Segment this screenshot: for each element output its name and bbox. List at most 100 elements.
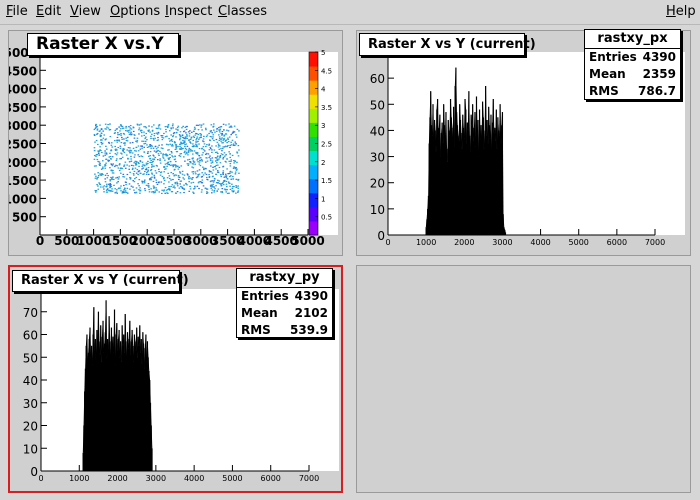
scatter-point	[179, 153, 182, 155]
scatter-point	[100, 139, 102, 141]
scatter-point	[178, 134, 181, 136]
scatter-point	[102, 167, 104, 169]
scatter-point	[144, 188, 146, 190]
scatter-point	[131, 141, 134, 144]
scatter-point	[197, 129, 200, 131]
scatter-point	[217, 144, 220, 146]
scatter-point	[126, 187, 129, 189]
pad-projection-y[interactable]: 0 1000 2000 3000 4000 5000 6000 7000 0 10 20 30 40 50…	[8, 265, 343, 493]
scatter-point	[172, 178, 174, 181]
scatter-point	[126, 154, 128, 156]
scatter-point	[147, 169, 150, 171]
scatter-point	[172, 186, 174, 188]
scatter-point	[190, 142, 192, 144]
scatter-point	[146, 144, 148, 146]
scatter-point	[216, 156, 219, 158]
scatter-point	[195, 139, 197, 141]
scatter-point	[148, 129, 150, 131]
scatter-point	[148, 146, 150, 148]
scatter-point	[224, 155, 226, 157]
menu-classes[interactable]: Classes	[218, 4, 267, 19]
scatter-point	[218, 136, 221, 138]
scatter-point	[122, 173, 125, 175]
scatter-point	[203, 143, 206, 145]
scatter-point	[164, 154, 166, 156]
scatter-point	[218, 148, 221, 150]
scatter-point	[216, 190, 219, 192]
scatter-point	[122, 176, 124, 178]
scatter-point	[113, 184, 115, 186]
y-tick-label: 0	[30, 465, 38, 479]
scatter-point	[103, 185, 106, 187]
scatter-point	[138, 129, 140, 131]
scatter-point	[189, 188, 192, 190]
scatter-point	[212, 134, 215, 136]
menu-view[interactable]: View	[70, 4, 101, 19]
scatter-point	[213, 189, 216, 192]
scatter-point	[187, 150, 190, 152]
scatter-point	[221, 137, 223, 139]
scatter-point	[110, 144, 113, 146]
scatter-point	[212, 169, 215, 171]
scatter-point	[181, 170, 184, 172]
menu-options[interactable]: Options	[110, 4, 160, 19]
scatter-point	[101, 151, 103, 154]
scatter-point	[200, 126, 203, 128]
scatter-point	[164, 168, 166, 170]
scatter-point	[140, 155, 143, 157]
scatter-point	[237, 190, 240, 192]
y-tick-label: 50	[370, 98, 385, 112]
scatter-point	[145, 136, 147, 138]
scatter-point	[134, 160, 137, 162]
scatter-point	[157, 146, 159, 148]
scatter-point	[218, 139, 221, 141]
scatter-point	[158, 191, 161, 193]
menu-inspect[interactable]: Inspect	[165, 4, 212, 19]
pad-projection-x[interactable]: 0 1000 2000 3000 4000 5000 6000 7000 0 10 20 30 40 50…	[356, 29, 691, 256]
scatter-point	[145, 173, 148, 175]
scatter-point	[235, 136, 238, 138]
pad-empty[interactable]	[356, 265, 691, 493]
menu-file[interactable]: File	[6, 4, 28, 19]
scatter-point	[108, 159, 110, 162]
scatter-point	[174, 144, 177, 146]
scatter-point	[216, 141, 219, 143]
x-tick-label: 1000	[416, 238, 436, 247]
scatter-point	[198, 143, 200, 145]
scatter-point	[151, 172, 153, 174]
scatter-point	[205, 152, 208, 155]
scatter-point	[204, 172, 206, 174]
scatter-point	[129, 149, 132, 151]
scatter-point	[141, 140, 143, 142]
scatter-point	[152, 160, 154, 162]
scatter-point	[177, 168, 180, 170]
scatter-point	[226, 145, 228, 148]
scatter-point	[115, 154, 118, 156]
scatter-point	[221, 191, 224, 194]
scatter-point	[198, 157, 201, 159]
scatter-point	[203, 168, 205, 171]
scatter-point	[236, 128, 239, 130]
pad-raster-xy[interactable]: 0 500 1000 1500 2000 2500 3000 3500 4000 4500 5000…	[8, 30, 343, 256]
scatter-point	[137, 145, 140, 147]
scatter-point	[99, 149, 101, 151]
scatter-point	[97, 160, 99, 163]
scatter-point	[132, 147, 135, 149]
menu-edit[interactable]: Edit	[36, 4, 61, 19]
scatter-point	[171, 191, 174, 193]
scatter-point	[201, 166, 204, 168]
scatter-point	[128, 133, 131, 136]
scatter-point	[233, 125, 236, 127]
scatter-point	[174, 155, 177, 158]
scatter-point	[149, 155, 152, 157]
scatter-point	[141, 181, 144, 183]
menu-help[interactable]: Help	[666, 4, 696, 19]
scatter-point	[128, 152, 131, 154]
scatter-point	[222, 156, 225, 159]
scatter-point	[225, 124, 227, 126]
scatter-point	[105, 158, 107, 160]
scatter-point	[163, 171, 166, 173]
scatter-point	[116, 189, 118, 191]
scatter-point	[132, 126, 135, 128]
scatter-point	[104, 178, 107, 180]
